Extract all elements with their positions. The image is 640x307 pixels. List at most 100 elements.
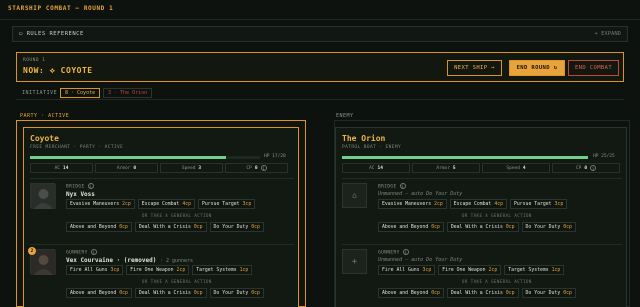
rules-reference-label: ▭ RULES REFERENCE bbox=[19, 31, 84, 37]
crew-name: Nyx Voss bbox=[66, 191, 95, 198]
initiative-chip-coyote[interactable]: 8 · Coyote bbox=[60, 88, 101, 98]
role-bridge: ⌂ BRIDGE i Unmanned — auto Do Your Duty E… bbox=[342, 178, 622, 240]
initiative-bar: INITIATIVE 8 · Coyote 3 · The Orion bbox=[16, 86, 624, 100]
action-escape-combat[interactable]: Escape Combat 4cp bbox=[449, 199, 507, 209]
role-name: GUNNERY i bbox=[66, 249, 97, 256]
hp-bar bbox=[30, 156, 260, 159]
action-above-and-beyond[interactable]: Above and Beyond 0cp bbox=[66, 222, 132, 232]
avatar[interactable] bbox=[30, 183, 56, 209]
ship-subtitle: PATROL BOAT · ENEMY bbox=[342, 145, 402, 150]
enemy-section-label: ENEMY bbox=[336, 113, 354, 119]
end-round-button[interactable]: END ROUND ↻ bbox=[509, 60, 565, 76]
action-deal-with-crisis[interactable]: Deal With a Crisis 0cp bbox=[134, 222, 207, 232]
general-actions: Above and Beyond 0cp Deal With a Crisis 0c… bbox=[378, 222, 576, 232]
action-target-systems[interactable]: Target Systems 1cp bbox=[192, 265, 253, 275]
gunner-count-badge: 2 bbox=[28, 247, 36, 255]
stat-ac: AC 14 bbox=[342, 163, 410, 173]
role-actions: Evasive Maneuvers 2cp Escape Combat 4cp Pu… bbox=[378, 199, 568, 209]
role-actions: Fire All Guns 3cp Fire One Weapon 2cp Targ… bbox=[378, 265, 565, 275]
party-section-label: PARTY · ACTIVE bbox=[20, 113, 70, 119]
action-deal-with-crisis[interactable]: Deal With a Crisis 0cp bbox=[446, 288, 519, 298]
action-above-and-beyond[interactable]: Above and Beyond 0cp bbox=[378, 288, 444, 298]
action-do-your-duty[interactable]: Do Your Duty 0cp bbox=[209, 222, 264, 232]
hp-text: HP 25/25 bbox=[593, 154, 615, 159]
crosshair-icon[interactable]: + bbox=[342, 249, 367, 274]
stat-ac: AC 14 bbox=[30, 163, 93, 173]
action-target-systems[interactable]: Target Systems 1cp bbox=[504, 265, 565, 275]
action-fire-all-guns[interactable]: Fire All Guns 3cp bbox=[378, 265, 436, 275]
hp-bar bbox=[342, 156, 588, 159]
book-icon: ▭ bbox=[19, 31, 27, 37]
crew-name: Vex Courvaine · (removed) · 2 gunners bbox=[66, 257, 194, 264]
expand-button[interactable]: + EXPAND bbox=[595, 31, 622, 37]
general-actions: Above and Beyond 0cp Deal With a Crisis 0c… bbox=[66, 288, 264, 298]
ship-name: Coyote bbox=[30, 134, 59, 143]
action-pursue-target[interactable]: Pursue Target 3cp bbox=[198, 199, 256, 209]
role-bridge: BRIDGE i Nyx Voss Evasive Maneuvers 2cp Es… bbox=[30, 178, 294, 240]
general-action-divider: OR TAKE A GENERAL ACTION bbox=[142, 279, 212, 284]
action-above-and-beyond[interactable]: Above and Beyond 0cp bbox=[66, 288, 132, 298]
current-turn: NOW: ⟡ COYOTE bbox=[23, 66, 93, 75]
ship-subtitle: FREE MERCHANT · PARTY · ACTIVE bbox=[30, 145, 124, 150]
info-icon[interactable]: i bbox=[90, 249, 97, 255]
role-name: BRIDGE i bbox=[66, 183, 94, 190]
action-fire-all-guns[interactable]: Fire All Guns 3cp bbox=[66, 265, 124, 275]
stat-armor: Armor 5 bbox=[412, 163, 480, 173]
role-name: GUNNERY i bbox=[378, 249, 409, 256]
round-panel: ROUND 1 NOW: ⟡ COYOTE NEXT SHIP → END RO… bbox=[16, 52, 624, 82]
general-action-divider: OR TAKE A GENERAL ACTION bbox=[142, 213, 212, 218]
action-do-your-duty[interactable]: Do Your Duty 0cp bbox=[521, 288, 576, 298]
info-icon[interactable]: i bbox=[402, 249, 409, 255]
ship-name: The Orion bbox=[342, 134, 386, 143]
party-panel: Coyote FREE MERCHANT · PARTY · ACTIVE HP… bbox=[16, 120, 306, 307]
role-gunnery: + GUNNERY i Unmanned — auto Do Your Duty … bbox=[342, 244, 622, 306]
ship-card-orion: The Orion PATROL BOAT · ENEMY HP 25/25 A… bbox=[335, 127, 627, 307]
general-actions: Above and Beyond 0cp Deal With a Crisis 0c… bbox=[66, 222, 264, 232]
general-action-divider: OR TAKE A GENERAL ACTION bbox=[462, 213, 532, 218]
round-label: ROUND 1 bbox=[23, 58, 46, 63]
role-actions: Fire All Guns 3cp Fire One Weapon 2cp Targ… bbox=[66, 265, 253, 275]
action-do-your-duty[interactable]: Do Your Duty 0cp bbox=[209, 288, 264, 298]
action-evasive-maneuvers[interactable]: Evasive Maneuvers 2cp bbox=[378, 199, 447, 209]
role-actions: Evasive Maneuvers 2cp Escape Combat 4cp Pu… bbox=[66, 199, 256, 209]
crew-name: Unmanned — auto Do Your Duty bbox=[378, 257, 463, 263]
rules-reference-bar[interactable]: ▭ RULES REFERENCE + EXPAND bbox=[12, 26, 628, 42]
stat-speed: Speed 3 bbox=[160, 163, 223, 173]
role-gunnery: 2 GUNNERY i Vex Courvaine · (removed) · 2… bbox=[28, 244, 294, 306]
next-ship-button[interactable]: NEXT SHIP → bbox=[447, 60, 502, 76]
role-name: BRIDGE i bbox=[378, 183, 406, 190]
info-icon[interactable]: i bbox=[590, 165, 597, 171]
hp-bar-fill bbox=[30, 156, 226, 159]
empty-seat-icon[interactable]: ⌂ bbox=[342, 183, 367, 208]
hp-bar-fill bbox=[342, 156, 588, 159]
hp-text: HP 17/20 bbox=[264, 154, 286, 159]
stat-cp: CP 0 i bbox=[225, 163, 288, 173]
action-escape-combat[interactable]: Escape Combat 4cp bbox=[137, 199, 195, 209]
action-pursue-target[interactable]: Pursue Target 3cp bbox=[510, 199, 568, 209]
action-evasive-maneuvers[interactable]: Evasive Maneuvers 2cp bbox=[66, 199, 135, 209]
action-deal-with-crisis[interactable]: Deal With a Crisis 0cp bbox=[446, 222, 519, 232]
stat-row: AC 14 Armor 5 Speed 4 CP 0 i bbox=[342, 163, 620, 173]
initiative-chip-orion[interactable]: 3 · The Orion bbox=[103, 88, 153, 98]
action-do-your-duty[interactable]: Do Your Duty 0cp bbox=[521, 222, 576, 232]
info-icon[interactable]: i bbox=[260, 165, 267, 171]
ship-card-coyote: Coyote FREE MERCHANT · PARTY · ACTIVE HP… bbox=[23, 127, 299, 307]
page-title: STARSHIP COMBAT — ROUND 1 bbox=[8, 5, 114, 12]
info-icon[interactable]: i bbox=[87, 183, 94, 189]
stat-cp: CP 0 i bbox=[552, 163, 620, 173]
crew-name: Unmanned — auto Do Your Duty bbox=[378, 191, 463, 197]
stat-armor: Armor 0 bbox=[95, 163, 158, 173]
general-actions: Above and Beyond 0cp Deal With a Crisis 0c… bbox=[378, 288, 576, 298]
general-action-divider: OR TAKE A GENERAL ACTION bbox=[462, 279, 532, 284]
enemy-panel: The Orion PATROL BOAT · ENEMY HP 25/25 A… bbox=[334, 120, 630, 307]
info-icon[interactable]: i bbox=[399, 183, 406, 189]
action-fire-one-weapon[interactable]: Fire One Weapon 2cp bbox=[126, 265, 190, 275]
action-above-and-beyond[interactable]: Above and Beyond 0cp bbox=[378, 222, 444, 232]
action-deal-with-crisis[interactable]: Deal With a Crisis 0cp bbox=[134, 288, 207, 298]
action-fire-one-weapon[interactable]: Fire One Weapon 2cp bbox=[438, 265, 502, 275]
stat-speed: Speed 4 bbox=[482, 163, 550, 173]
top-bar: STARSHIP COMBAT — ROUND 1 bbox=[0, 0, 640, 20]
end-combat-button[interactable]: END COMBAT bbox=[568, 60, 619, 76]
stat-row: AC 14 Armor 0 Speed 3 CP 0 i bbox=[30, 163, 288, 173]
initiative-label: INITIATIVE bbox=[22, 90, 58, 96]
